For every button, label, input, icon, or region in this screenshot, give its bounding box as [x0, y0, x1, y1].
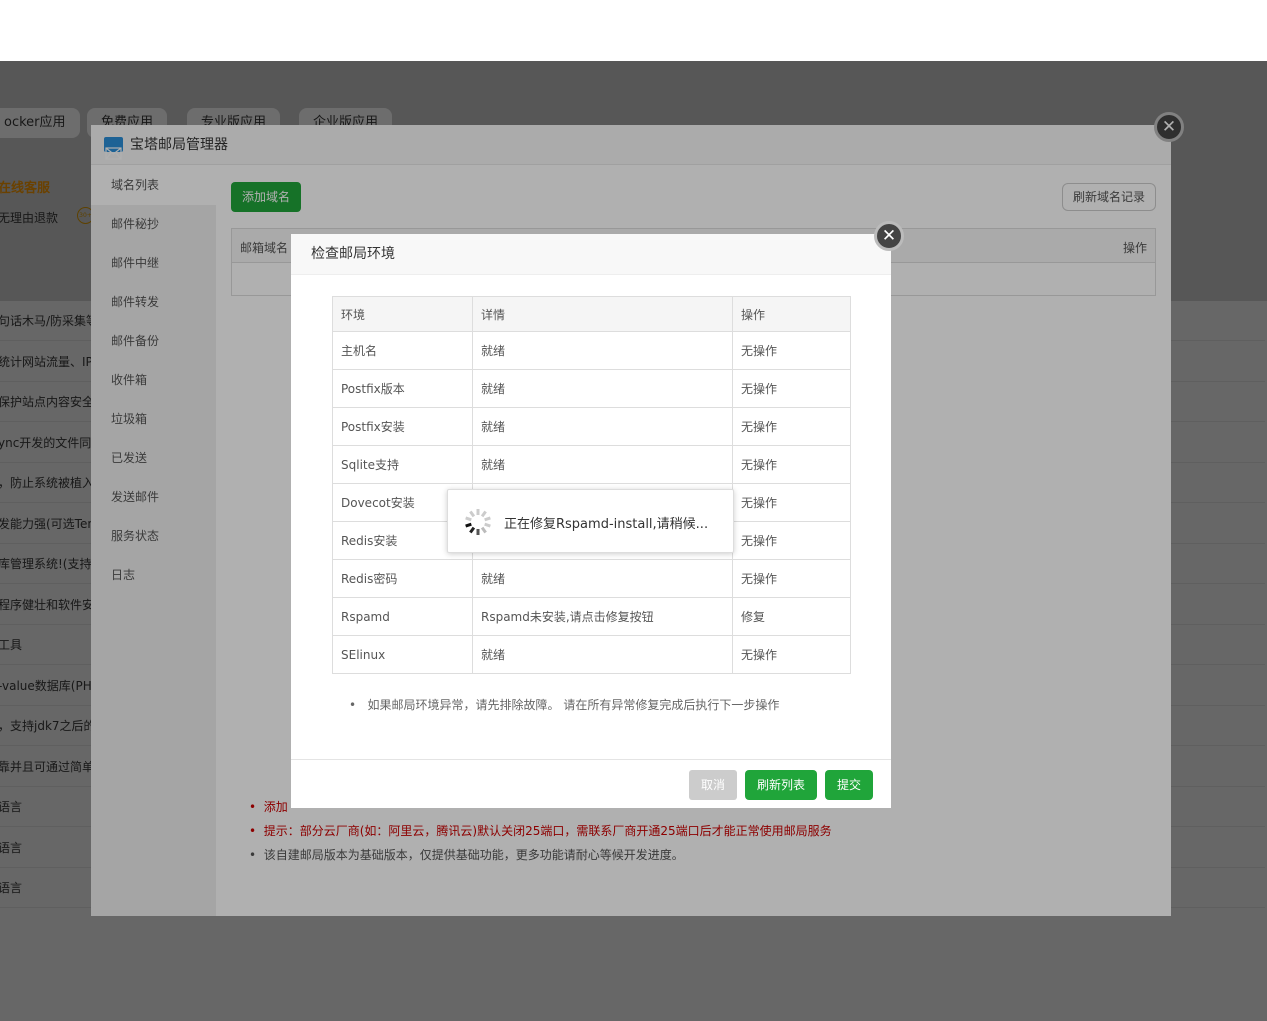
env-detail: 就绪 — [472, 407, 733, 446]
env-name: SElinux — [332, 635, 473, 674]
env-detail: 就绪 — [472, 369, 733, 408]
env-name: Postfix版本 — [332, 369, 473, 408]
env-action: 无操作 — [732, 559, 851, 598]
env-row: 主机名 就绪 无操作 — [332, 331, 851, 370]
env-detail: 就绪 — [472, 331, 733, 370]
loading-toast: 正在修复Rspamd-install,请稍候... — [447, 489, 734, 553]
env-action: 无操作 — [732, 331, 851, 370]
env-row: Rspamd Rspamd未安装,请点击修复按钮 修复 — [332, 597, 851, 636]
env-row: SElinux 就绪 无操作 — [332, 635, 851, 674]
fix-button[interactable]: 修复 — [732, 597, 851, 636]
env-row: Postfix版本 就绪 无操作 — [332, 369, 851, 408]
env-detail: 就绪 — [472, 445, 733, 484]
env-detail: 就绪 — [472, 559, 733, 598]
env-name: 主机名 — [332, 331, 473, 370]
close-env-dialog-icon[interactable]: ✕ — [874, 221, 904, 251]
env-row: Redis密码 就绪 无操作 — [332, 559, 851, 598]
env-name: Rspamd — [332, 597, 473, 636]
env-detail: 就绪 — [472, 635, 733, 674]
env-table: 环境 详情 操作 主机名 就绪 无操作 Postfix版本 就绪 无操作 Postfix安装… — [332, 296, 851, 674]
env-dialog-title: 检查邮局环境 — [291, 234, 891, 275]
env-name: Redis密码 — [332, 559, 473, 598]
env-action: 无操作 — [732, 635, 851, 674]
dialog-footer: 取消 刷新列表 提交 — [291, 759, 891, 808]
env-detail: Rspamd未安装,请点击修复按钮 — [472, 597, 733, 636]
env-action: 无操作 — [732, 407, 851, 446]
env-name: Postfix安装 — [332, 407, 473, 446]
env-action: 无操作 — [732, 445, 851, 484]
refresh-list-button[interactable]: 刷新列表 — [745, 770, 817, 800]
col-detail: 详情 — [472, 296, 733, 332]
cancel-button[interactable]: 取消 — [689, 770, 737, 800]
env-note: • 如果邮局环境异常，请先排除故障。 请在所有异常修复完成后执行下一步操作 — [349, 698, 780, 712]
submit-button[interactable]: 提交 — [825, 770, 873, 800]
spinner-icon — [465, 509, 491, 535]
env-action: 无操作 — [732, 369, 851, 408]
env-row: Postfix安装 就绪 无操作 — [332, 407, 851, 446]
env-name: Sqlite支持 — [332, 445, 473, 484]
env-action: 无操作 — [732, 521, 851, 560]
env-action: 无操作 — [732, 483, 851, 522]
col-action: 操作 — [732, 296, 851, 332]
env-row: Sqlite支持 就绪 无操作 — [332, 445, 851, 484]
loading-message: 正在修复Rspamd-install,请稍候... — [504, 517, 709, 532]
col-env: 环境 — [332, 296, 473, 332]
